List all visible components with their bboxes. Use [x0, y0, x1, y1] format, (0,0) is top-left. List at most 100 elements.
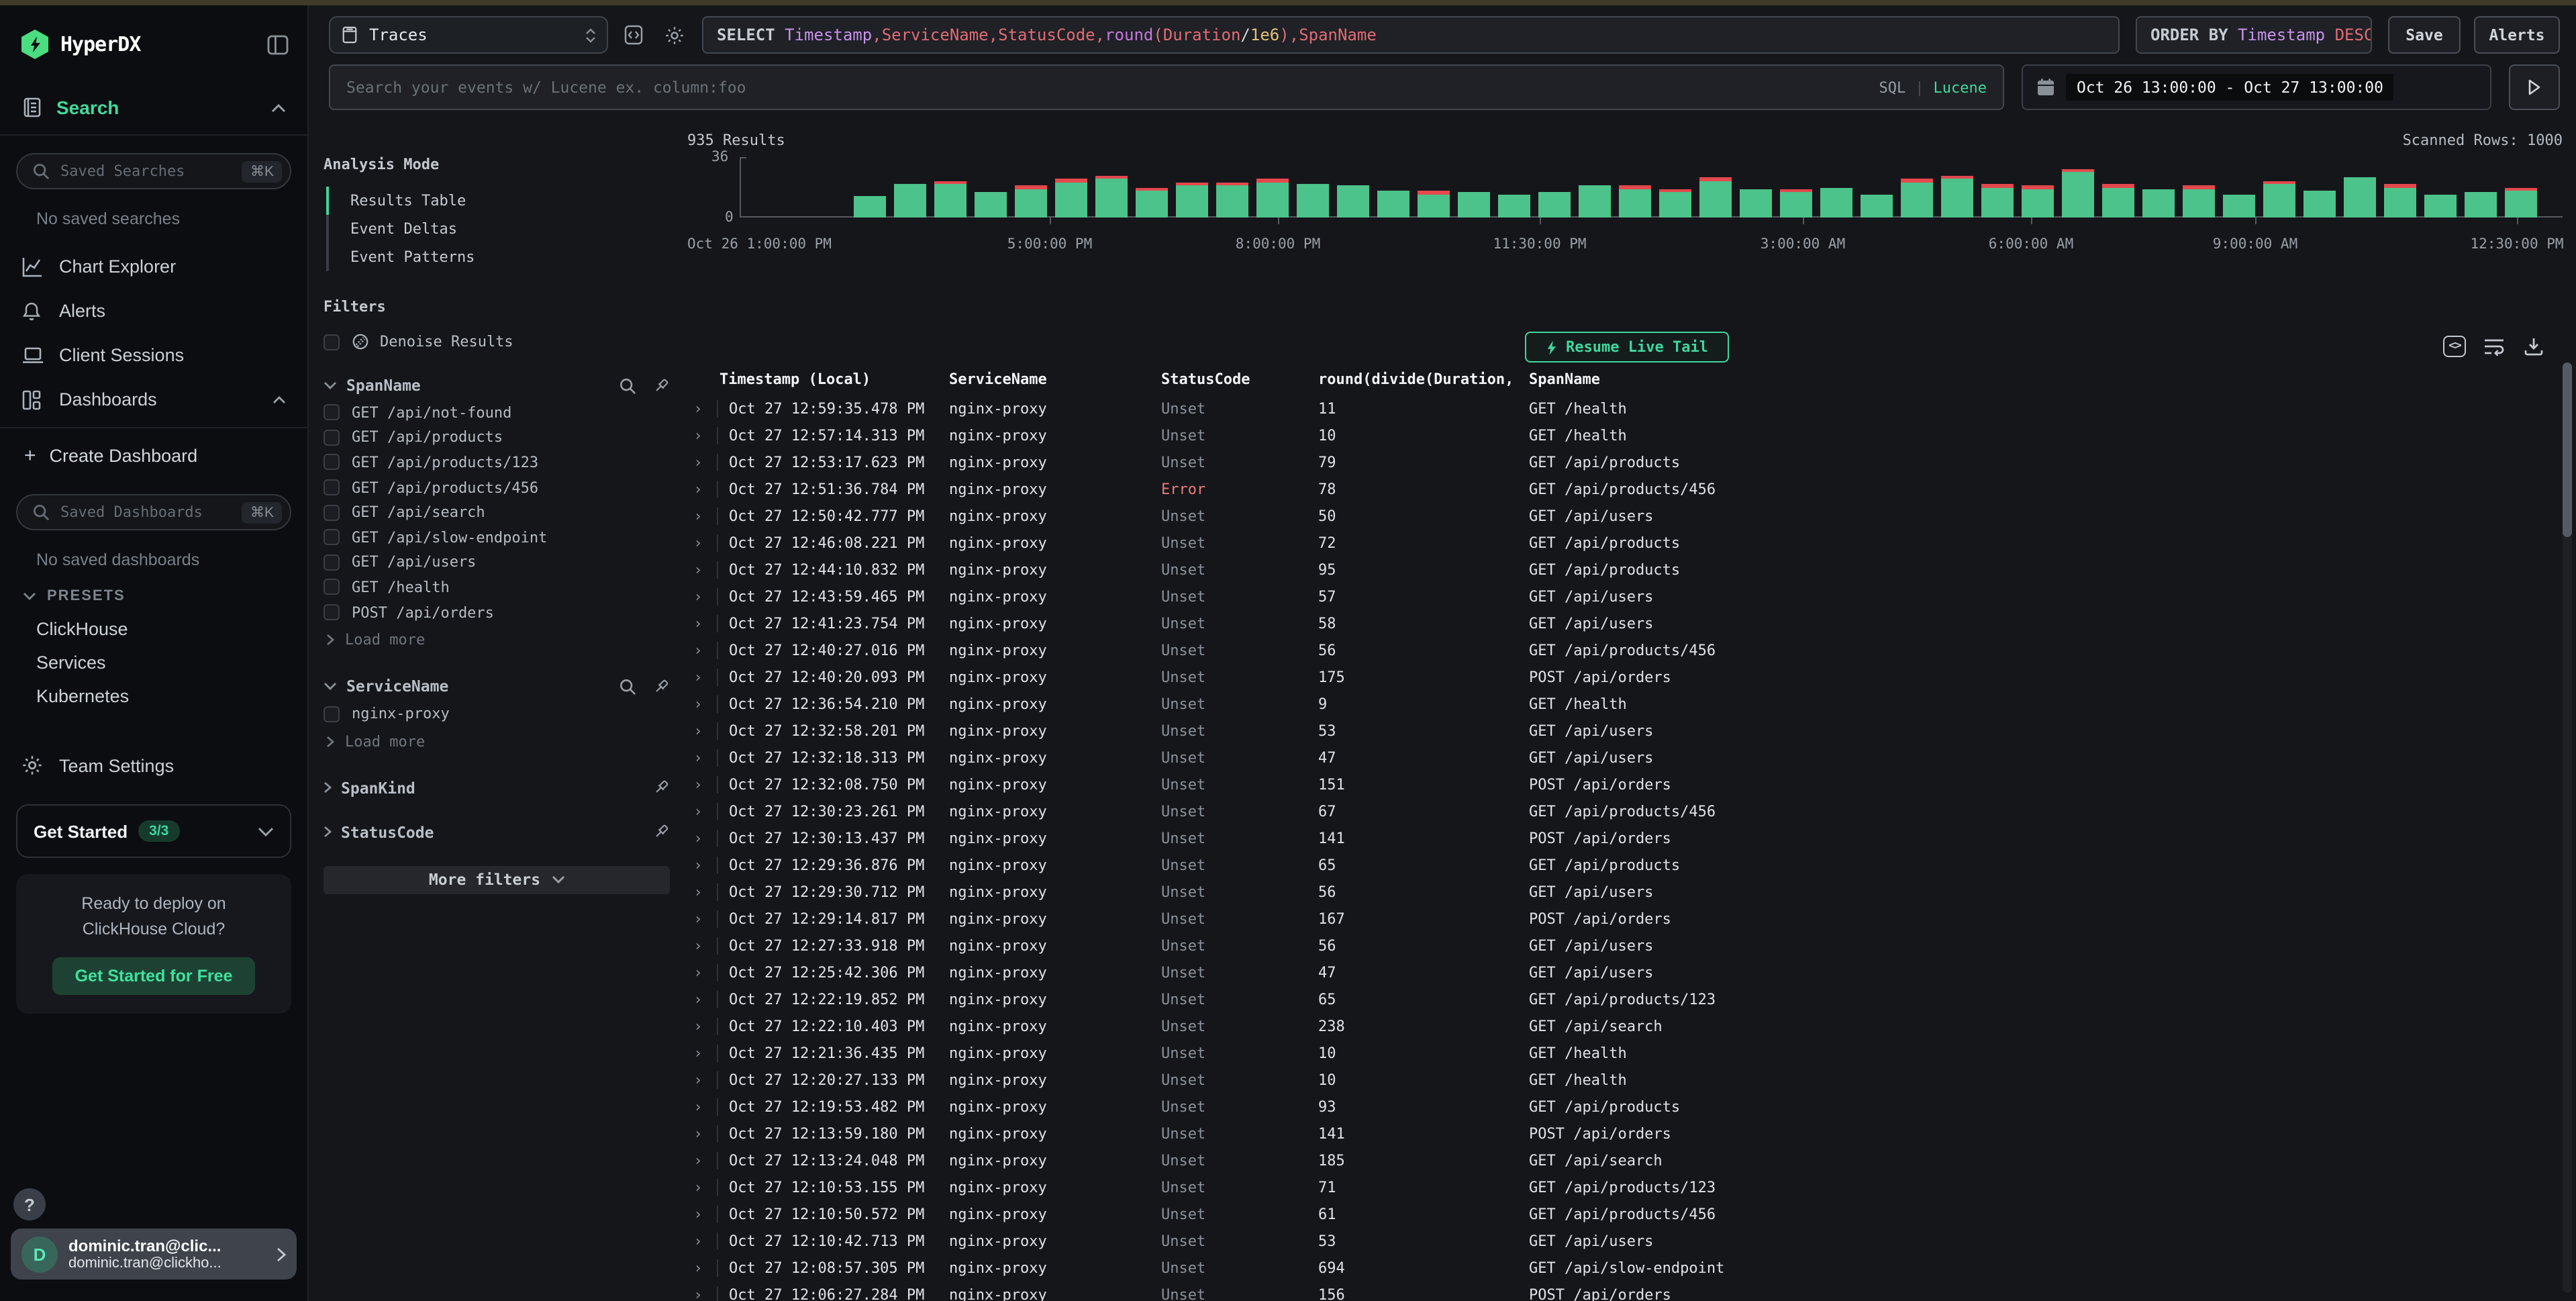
checkbox[interactable]: [324, 530, 340, 546]
row-expand-icon[interactable]: ›: [679, 614, 717, 632]
row-expand-icon[interactable]: ›: [679, 695, 717, 712]
filter-search-icon[interactable]: [619, 678, 636, 695]
table-row[interactable]: ›Oct 27 12:57:14.313 PMnginx-proxyUnset1…: [679, 422, 2557, 448]
histogram-bar[interactable]: [854, 195, 886, 218]
table-row[interactable]: ›Oct 27 12:08:57.305 PMnginx-proxyUnset6…: [679, 1254, 2557, 1281]
table-row[interactable]: ›Oct 27 12:40:20.093 PMnginx-proxyUnset1…: [679, 663, 2557, 690]
date-range-picker[interactable]: Oct 26 13:00:00 - Oct 27 13:00:00: [2022, 64, 2491, 110]
sql-toggle[interactable]: SQL: [1879, 79, 1906, 96]
checkbox[interactable]: [324, 504, 340, 520]
histogram-bar[interactable]: [934, 184, 967, 218]
analysis-mode-option[interactable]: Results Table: [329, 187, 670, 215]
row-expand-icon[interactable]: ›: [679, 1017, 717, 1034]
histogram-bar[interactable]: [1498, 194, 1530, 218]
table-row[interactable]: ›Oct 27 12:46:08.221 PMnginx-proxyUnset7…: [679, 529, 2557, 556]
table-row[interactable]: ›Oct 27 12:30:23.261 PMnginx-proxyUnset6…: [679, 798, 2557, 824]
team-settings-button[interactable]: Team Settings: [0, 745, 307, 785]
table-row[interactable]: ›Oct 27 12:40:27.016 PMnginx-proxyUnset5…: [679, 636, 2557, 663]
checkbox[interactable]: [324, 579, 340, 595]
checkbox[interactable]: [324, 454, 340, 471]
text-wrap-icon[interactable]: [2483, 337, 2506, 356]
filter-option[interactable]: POST /api/orders: [324, 600, 670, 625]
filter-group-servicename[interactable]: ServiceName: [324, 677, 670, 696]
row-expand-icon[interactable]: ›: [679, 1232, 717, 1249]
table-row[interactable]: ›Oct 27 12:30:13.437 PMnginx-proxyUnset1…: [679, 824, 2557, 851]
table-row[interactable]: ›Oct 27 12:32:08.750 PMnginx-proxyUnset1…: [679, 771, 2557, 798]
row-expand-icon[interactable]: ›: [679, 507, 717, 524]
row-expand-icon[interactable]: ›: [679, 883, 717, 900]
table-row[interactable]: ›Oct 27 12:10:50.572 PMnginx-proxyUnset6…: [679, 1200, 2557, 1227]
filter-group-spanname[interactable]: SpanName: [324, 376, 670, 395]
row-expand-icon[interactable]: ›: [679, 1259, 717, 1276]
row-expand-icon[interactable]: ›: [679, 587, 717, 605]
row-expand-icon[interactable]: ›: [679, 722, 717, 739]
histogram-bar[interactable]: [2505, 191, 2537, 218]
search-input[interactable]: Search your events w/ Lucene ex. column:…: [329, 64, 2004, 110]
histogram-bar[interactable]: [2102, 187, 2134, 218]
preset-clickhouse[interactable]: ClickHouse: [0, 612, 307, 646]
row-expand-icon[interactable]: ›: [679, 1205, 717, 1222]
histogram-bar[interactable]: [2384, 187, 2416, 218]
row-expand-icon[interactable]: ›: [679, 749, 717, 766]
lucene-toggle[interactable]: Lucene: [1934, 79, 1987, 96]
histogram-bar[interactable]: [1377, 191, 1409, 218]
row-expand-icon[interactable]: ›: [679, 668, 717, 685]
histogram-bar[interactable]: [1780, 192, 1812, 218]
histogram-bar[interactable]: [2062, 172, 2094, 218]
col-servicename[interactable]: ServiceName: [946, 370, 1158, 387]
histogram-bar[interactable]: [2263, 184, 2295, 218]
vertical-scrollbar[interactable]: [2563, 363, 2572, 1293]
checkbox[interactable]: [324, 479, 340, 495]
row-expand-icon[interactable]: ›: [679, 1286, 717, 1301]
preset-kubernetes[interactable]: Kubernetes: [0, 679, 307, 713]
histogram-bar[interactable]: [1941, 179, 1973, 218]
col-timestamp[interactable]: Timestamp (Local): [717, 370, 946, 387]
row-expand-icon[interactable]: ›: [679, 990, 717, 1008]
filter-option[interactable]: GET /api/products/456: [324, 475, 670, 500]
pin-icon[interactable]: [652, 678, 670, 695]
preset-services[interactable]: Services: [0, 646, 307, 679]
histogram-bar[interactable]: [1861, 194, 1893, 218]
table-row[interactable]: ›Oct 27 12:29:14.817 PMnginx-proxyUnset1…: [679, 905, 2557, 932]
chevron-down-icon[interactable]: [324, 381, 337, 389]
col-duration[interactable]: round(divide(Duration,: [1316, 370, 1526, 387]
histogram-bar[interactable]: [2424, 194, 2457, 218]
histogram-bar[interactable]: [1538, 192, 1571, 218]
scrollbar-thumb[interactable]: [2563, 363, 2572, 537]
saved-dashboards-input[interactable]: Saved Dashboards ⌘K: [16, 494, 291, 530]
chevron-down-icon[interactable]: [324, 683, 337, 691]
table-row[interactable]: ›Oct 27 12:25:42.306 PMnginx-proxyUnset4…: [679, 959, 2557, 985]
histogram-bar[interactable]: [1659, 192, 1691, 218]
row-expand-icon[interactable]: ›: [679, 963, 717, 981]
filter-option[interactable]: GET /api/users: [324, 550, 670, 575]
col-statuscode[interactable]: StatusCode: [1158, 370, 1316, 387]
checkbox[interactable]: [324, 430, 340, 446]
pin-icon[interactable]: [652, 779, 670, 797]
row-expand-icon[interactable]: ›: [679, 1044, 717, 1061]
histogram-bar[interactable]: [975, 192, 1007, 218]
save-button[interactable]: Save: [2388, 16, 2461, 54]
download-icon[interactable]: [2524, 337, 2544, 356]
histogram-bar[interactable]: [1418, 194, 1450, 218]
user-profile-button[interactable]: D dominic.tran@clic... dominic.tran@clic…: [11, 1228, 297, 1280]
saved-searches-input[interactable]: Saved Searches ⌘K: [16, 153, 291, 189]
histogram-bar[interactable]: [2223, 194, 2255, 218]
checkbox[interactable]: [324, 555, 340, 571]
create-dashboard-button[interactable]: + Create Dashboard: [0, 434, 307, 477]
row-expand-icon[interactable]: ›: [679, 1178, 717, 1196]
histogram-bar[interactable]: [1699, 181, 1732, 218]
sidebar-section-search[interactable]: Search: [0, 97, 307, 136]
table-row[interactable]: ›Oct 27 12:44:10.832 PMnginx-proxyUnset9…: [679, 556, 2557, 583]
table-row[interactable]: ›Oct 27 12:21:36.435 PMnginx-proxyUnset1…: [679, 1039, 2557, 1066]
histogram-bar[interactable]: [894, 184, 926, 218]
histogram-bar[interactable]: [1820, 187, 1852, 218]
sidebar-item-alerts[interactable]: Alerts: [0, 289, 307, 333]
settings-gear-icon[interactable]: [659, 20, 689, 50]
order-by-input[interactable]: ORDER BY Timestamp DESC: [2136, 16, 2372, 54]
chevron-right-icon[interactable]: [324, 782, 332, 794]
table-row[interactable]: ›Oct 27 12:50:42.777 PMnginx-proxyUnset5…: [679, 502, 2557, 529]
row-expand-icon[interactable]: ›: [679, 1071, 717, 1088]
histogram-bar[interactable]: [1458, 192, 1490, 218]
table-row[interactable]: ›Oct 27 12:43:59.465 PMnginx-proxyUnset5…: [679, 583, 2557, 610]
histogram-bar[interactable]: [1579, 185, 1611, 218]
